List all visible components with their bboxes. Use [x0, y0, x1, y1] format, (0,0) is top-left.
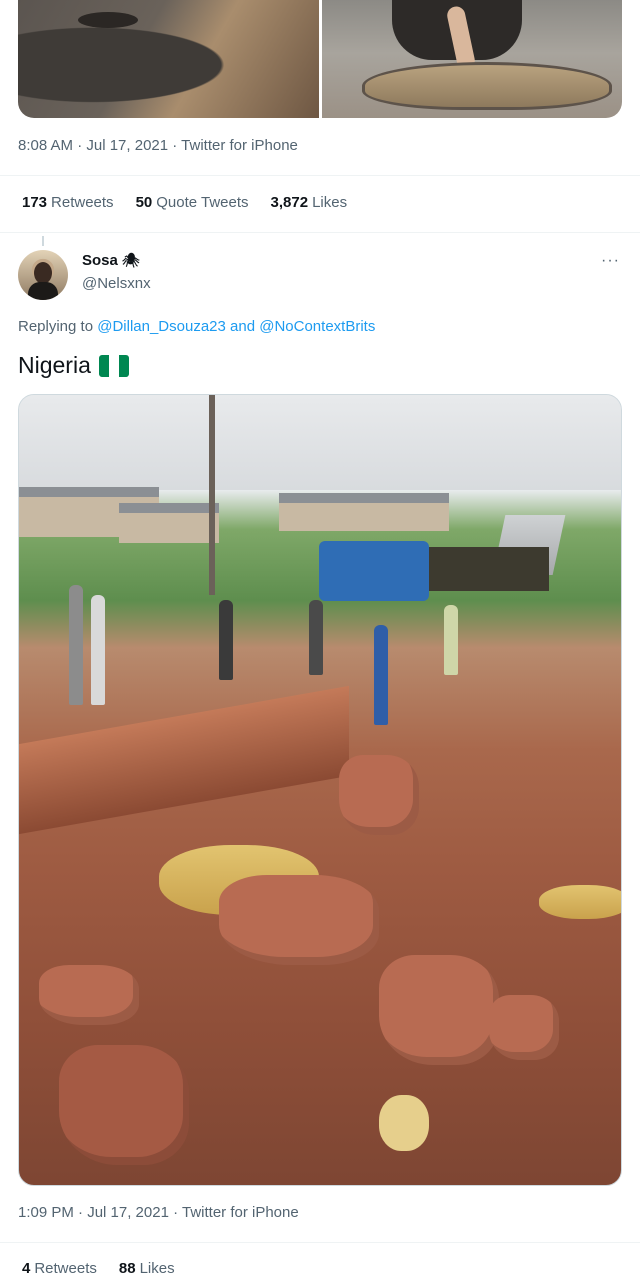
person-figure [91, 595, 105, 705]
display-name: Sosa [82, 252, 118, 269]
broken-rock [59, 1045, 189, 1165]
retweets-label: Retweets [51, 194, 114, 211]
replying-prefix: Replying to [18, 318, 94, 335]
thread-connector-line [42, 236, 44, 246]
broken-rock [379, 955, 499, 1065]
eroded-cliff [19, 685, 349, 835]
divider [0, 1242, 640, 1243]
pothole-shape [78, 12, 138, 28]
nigeria-flag-icon [98, 354, 129, 377]
mention-link-nocontextbrits[interactable]: @NoContextBrits [259, 318, 375, 335]
person-figure [444, 605, 458, 675]
avatar-head [34, 262, 52, 284]
puddle-shape [362, 62, 612, 110]
truck-bed [419, 547, 549, 591]
tweet-text: Nigeria [18, 352, 129, 379]
more-options-icon[interactable]: ··· [601, 252, 620, 270]
person-figure [69, 585, 83, 705]
divider [0, 175, 640, 176]
spider-emoji-icon: 🕷 [121, 252, 140, 268]
likes-count: 3,872 [270, 194, 309, 211]
retweets-label: Retweets [34, 1260, 97, 1277]
previous-tweet-stats: 173 Retweets 50 Quote Tweets 3,872 Likes [22, 194, 347, 211]
reply-tweet-timestamp[interactable]: 1:09 PM · Jul 17, 2021 · Twitter for iPh… [18, 1204, 299, 1221]
replying-and: and [230, 318, 256, 335]
previous-tweet-timestamp[interactable]: 8:08 AM · Jul 17, 2021 · Twitter for iPh… [18, 137, 298, 154]
quote-tweets-label: Quote Tweets [156, 194, 249, 211]
photo-sky [19, 395, 621, 490]
retweets-stat[interactable]: 4 Retweets [22, 1260, 97, 1277]
person-figure [309, 600, 323, 675]
quote-tweets-count: 50 [135, 194, 153, 211]
divider [0, 232, 640, 233]
muddy-puddle [539, 885, 621, 919]
muddy-puddle [379, 1095, 429, 1151]
retweets-stat[interactable]: 173 Retweets [22, 194, 114, 211]
blue-truck [319, 541, 429, 601]
likes-label: Likes [139, 1260, 175, 1277]
photo-building [119, 503, 219, 543]
broken-rock [219, 875, 379, 965]
pothole-photo-left[interactable] [18, 0, 319, 118]
avatar[interactable] [18, 250, 68, 300]
likes-count: 88 [118, 1260, 136, 1277]
retweets-count: 173 [22, 194, 48, 211]
tweet-text-content: Nigeria [18, 352, 91, 378]
likes-stat[interactable]: 3,872 Likes [271, 194, 348, 211]
tweet-photo-eroded-road[interactable] [18, 394, 622, 1186]
likes-stat[interactable]: 88 Likes [119, 1260, 175, 1277]
person-figure [219, 600, 233, 680]
photo-building [279, 493, 449, 531]
person-figure [374, 625, 388, 725]
pothole-photo-right[interactable] [322, 0, 622, 118]
broken-rock [39, 965, 139, 1025]
replying-to-line: Replying to @Dillan_Dsouza23 and @NoCont… [18, 318, 375, 335]
quote-tweets-stat[interactable]: 50 Quote Tweets [136, 194, 249, 211]
display-name-row[interactable]: Sosa 🕷 [82, 252, 140, 269]
previous-tweet-media[interactable] [18, 0, 622, 118]
avatar-body [28, 282, 58, 300]
broken-rock [339, 755, 419, 835]
mention-link-dillan[interactable]: @Dillan_Dsouza23 [97, 318, 226, 335]
utility-pole [209, 395, 215, 595]
reply-tweet-stats: 4 Retweets 88 Likes [22, 1260, 175, 1277]
user-handle[interactable]: @Nelsxnx [82, 275, 151, 292]
retweets-count: 4 [22, 1260, 31, 1277]
likes-label: Likes [312, 194, 348, 211]
broken-rock [489, 995, 559, 1060]
